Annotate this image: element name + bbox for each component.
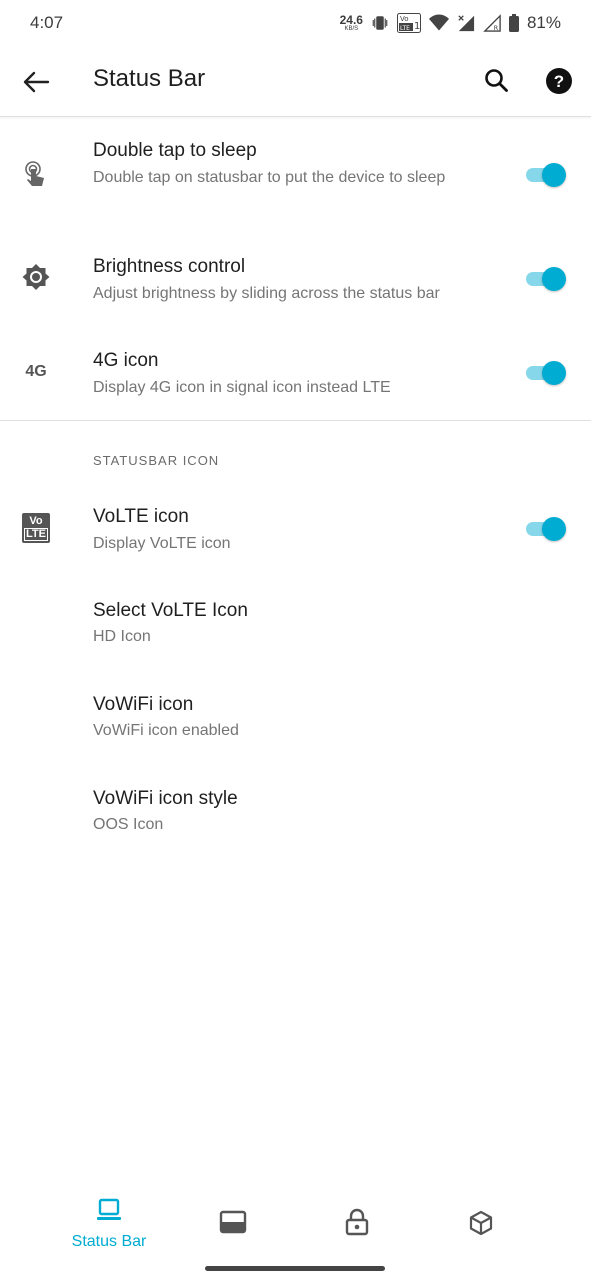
setting-double-tap-to-sleep[interactable]: Double tap to sleep Double tap on status…	[0, 116, 591, 222]
wifi-icon	[428, 14, 449, 32]
setting-title: VoLTE icon	[93, 506, 189, 527]
svg-text:R: R	[494, 25, 499, 32]
svg-text:LTE: LTE	[400, 25, 410, 32]
gesture-handle[interactable]	[205, 1266, 385, 1271]
status-icons: 24.6 KB/S Vo LTE 1 R 81%	[340, 13, 561, 33]
setting-brightness-control[interactable]: Brightness control Adjust brightness by …	[0, 240, 591, 320]
signal-roaming-icon: R	[483, 14, 501, 32]
brightness-control-switch[interactable]	[524, 265, 566, 291]
page-title: Status Bar	[93, 65, 206, 92]
setting-title: 4G icon	[93, 350, 159, 371]
arrow-back-icon[interactable]	[20, 66, 52, 98]
search-icon[interactable]	[482, 66, 512, 96]
laptop-icon	[96, 1198, 122, 1227]
setting-summary: Double tap on statusbar to put the devic…	[93, 169, 446, 186]
cube-icon	[468, 1210, 494, 1241]
volte-icon-bottom-text: LTE	[24, 527, 48, 541]
setting-4g-icon[interactable]: 4G 4G icon Display 4G icon in signal ico…	[0, 334, 591, 414]
nav-item-label: Status Bar	[71, 1233, 147, 1250]
nav-item-cube[interactable]	[466, 1210, 496, 1241]
setting-summary: Adjust brightness by sliding across the …	[93, 285, 440, 302]
section-header: STATUSBAR ICON	[93, 453, 220, 468]
volte-status-icon: Vo LTE 1	[396, 13, 421, 33]
brightness-icon	[18, 259, 54, 295]
setting-title: VoWiFi icon style	[93, 788, 238, 809]
vibrate-icon	[371, 14, 389, 32]
4g-icon-switch[interactable]	[524, 359, 566, 385]
network-speed-unit: KB/S	[344, 26, 359, 32]
setting-title: Select VoLTE Icon	[93, 600, 248, 621]
section-divider	[0, 420, 591, 421]
setting-summary: HD Icon	[93, 628, 151, 645]
clock: 4:07	[30, 13, 64, 32]
switch-thumb	[542, 267, 566, 291]
setting-volte-icon[interactable]: Vo LTE VoLTE icon Display VoLTE icon	[0, 490, 591, 566]
setting-title: Double tap to sleep	[93, 140, 257, 161]
4g-icon: 4G	[25, 363, 47, 380]
app-bar: Status Bar ?	[0, 46, 591, 117]
setting-select-volte-icon[interactable]: Select VoLTE Icon HD Icon	[0, 584, 591, 664]
setting-vowifi-icon-style[interactable]: VoWiFi icon style OOS Icon	[0, 772, 591, 852]
setting-summary: Display VoLTE icon	[93, 535, 231, 552]
setting-summary: OOS Icon	[93, 816, 164, 833]
touch-icon	[18, 156, 54, 192]
bottom-navigation: Status Bar	[0, 1190, 591, 1260]
double-tap-to-sleep-switch[interactable]	[524, 161, 566, 187]
network-speed: 24.6 KB/S	[340, 14, 363, 32]
svg-text:?: ?	[554, 72, 564, 91]
switch-thumb	[542, 163, 566, 187]
setting-title: VoWiFi icon	[93, 694, 194, 715]
switch-thumb	[542, 361, 566, 385]
volte-icon-top-text: Vo	[29, 514, 43, 527]
setting-vowifi-icon[interactable]: VoWiFi icon VoWiFi icon enabled	[0, 678, 591, 758]
svg-text:1: 1	[414, 21, 420, 32]
signal-no-data-icon	[457, 14, 475, 32]
nav-item-lock[interactable]	[342, 1208, 372, 1241]
network-speed-value: 24.6	[339, 13, 363, 27]
volte-icon-switch[interactable]	[524, 515, 566, 541]
system-status-bar: 4:07 24.6 KB/S Vo LTE 1 R 81%	[0, 0, 591, 46]
setting-summary: VoWiFi icon enabled	[93, 722, 239, 739]
switch-thumb	[542, 517, 566, 541]
lock-icon	[344, 1208, 370, 1241]
nav-item-panel[interactable]	[218, 1210, 248, 1239]
nav-item-status-bar[interactable]: Status Bar	[64, 1198, 154, 1251]
help-icon[interactable]: ?	[545, 67, 573, 95]
volte-icon: Vo LTE	[18, 510, 54, 546]
setting-title: Brightness control	[93, 256, 246, 277]
setting-summary: Display 4G icon in signal icon instead L…	[93, 379, 391, 396]
battery-icon	[508, 14, 519, 32]
panel-icon	[219, 1210, 247, 1239]
battery-percent: 81%	[526, 13, 561, 32]
svg-text:Vo: Vo	[400, 15, 409, 23]
